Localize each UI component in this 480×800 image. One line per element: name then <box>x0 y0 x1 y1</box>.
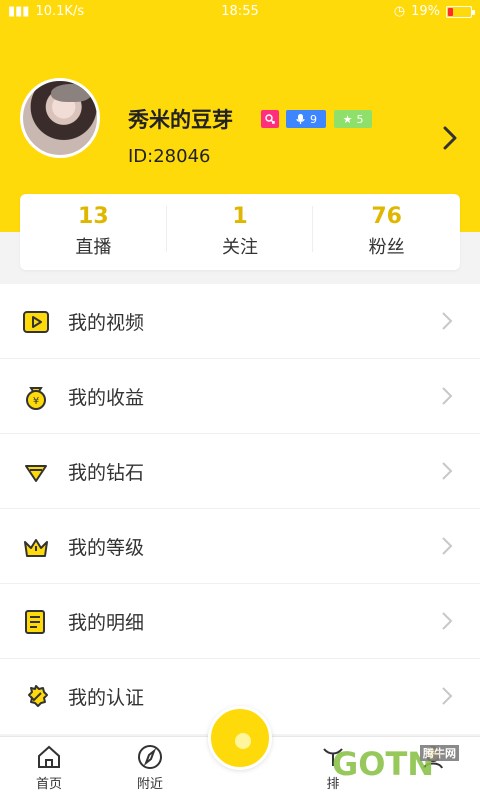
svg-text:¥: ¥ <box>33 396 39 407</box>
status-right: ◷ 19% <box>393 4 475 19</box>
gender-badge <box>261 110 279 128</box>
menu-label: 我的视频 <box>68 312 145 334</box>
menu-item-details[interactable]: 我的明细 <box>0 584 480 659</box>
chevron-right-icon <box>442 462 453 480</box>
live-count: 13 <box>78 204 109 229</box>
menu-label: 我的认证 <box>68 687 145 709</box>
user-id: ID:28046 <box>128 146 211 167</box>
fans-count: 76 <box>371 204 402 229</box>
star-icon: ★ <box>342 112 353 126</box>
tab-nearby-label: 附近 <box>136 777 163 792</box>
live-stat[interactable]: 13 直播 <box>20 194 167 270</box>
star-badge: ★ 5 <box>334 110 372 128</box>
chevron-right-icon <box>442 312 453 330</box>
chevron-right-icon <box>442 387 453 405</box>
mic-badge-count: 9 <box>310 112 317 126</box>
battery-icon <box>446 5 475 18</box>
following-label: 关注 <box>222 237 258 258</box>
profile-menu: 我的视频 ¥ 我的收益 我的钻石 我的等级 我的明细 我的认证 <box>0 284 480 734</box>
status-bar: ▮▮▮ 10.1K/s 18:55 ◷ 19% <box>0 0 480 24</box>
tab-home-label: 首页 <box>35 777 62 792</box>
verified-badge-icon <box>28 685 48 707</box>
female-icon <box>265 114 275 124</box>
live-label: 直播 <box>75 237 112 258</box>
profile-arrow-icon[interactable] <box>438 124 462 152</box>
menu-item-earnings[interactable]: ¥ 我的收益 <box>0 359 480 434</box>
menu-label: 我的钻石 <box>68 462 145 484</box>
crown-icon <box>24 539 48 557</box>
menu-item-diamonds[interactable]: 我的钻石 <box>0 434 480 509</box>
menu-label: 我的等级 <box>68 537 145 559</box>
live-button[interactable] <box>208 706 272 770</box>
stats-card: 13 直播 1 关注 76 粉丝 <box>20 194 460 270</box>
video-icon <box>23 311 49 333</box>
mic-badge: 9 <box>286 110 326 128</box>
following-count: 1 <box>232 204 248 229</box>
diamond-icon <box>25 465 47 482</box>
document-icon <box>25 610 45 634</box>
tab-home[interactable]: 首页 <box>14 743 84 792</box>
fans-label: 粉丝 <box>368 237 405 258</box>
watermark-text: GOTN <box>332 745 435 783</box>
profile-name: 秀米的豆芽 <box>128 108 233 132</box>
menu-item-videos[interactable]: 我的视频 <box>0 284 480 359</box>
chevron-right-icon <box>442 537 453 555</box>
battery-percent: 19% <box>411 4 440 19</box>
menu-label: 我的收益 <box>68 387 145 409</box>
watermark: GOTN 腾牛网 <box>332 745 480 800</box>
menu-label: 我的明细 <box>68 612 145 634</box>
money-bag-icon: ¥ <box>26 387 46 410</box>
home-icon <box>38 745 60 768</box>
alarm-icon: ◷ <box>393 4 406 19</box>
chevron-right-icon <box>442 687 453 705</box>
compass-icon <box>138 745 162 769</box>
star-badge-count: 5 <box>356 112 364 126</box>
following-stat[interactable]: 1 关注 <box>167 194 314 270</box>
menu-item-level[interactable]: 我的等级 <box>0 509 480 584</box>
watermark-tag: 腾牛网 <box>420 745 459 761</box>
fans-stat[interactable]: 76 粉丝 <box>313 194 460 270</box>
chevron-right-icon <box>442 612 453 630</box>
avatar[interactable] <box>20 78 100 158</box>
tab-nearby[interactable]: 附近 <box>115 743 185 792</box>
mic-icon <box>296 114 305 124</box>
